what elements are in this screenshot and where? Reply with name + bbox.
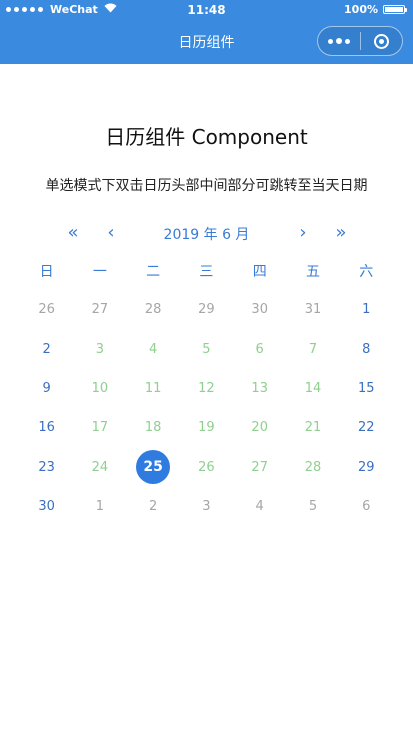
battery-icon [383,5,407,14]
more-menu-button[interactable] [318,38,360,44]
calendar-day-cell[interactable]: 19 [180,410,233,446]
calendar-day-cell[interactable]: 15 [340,371,393,407]
selected-day-marker: 25 [136,450,171,485]
calendar-day-cell[interactable]: 6 [340,488,393,524]
calendar-day-cell[interactable]: 29 [340,449,393,485]
calendar-day-cell[interactable]: 6 [233,331,286,367]
weekday-label: 六 [359,263,374,280]
weekday-label: 四 [252,263,267,280]
target-close-icon [373,33,389,49]
calendar-day-cell[interactable]: 7 [286,331,339,367]
calendar-week-row: 30 1 2 3 4 5 6 [20,487,393,526]
calendar-week-row: 2 3 4 5 6 7 8 [20,330,393,369]
calendar-day-cell[interactable]: 29 [180,292,233,328]
calendar-day-cell[interactable]: 2 [20,331,73,367]
calendar-day-cell[interactable]: 17 [73,410,126,446]
calendar-day-cell[interactable]: 31 [286,292,339,328]
calendar-day-cell[interactable]: 20 [233,410,286,446]
calendar-day-cell[interactable]: 22 [340,410,393,446]
calendar-day-cell[interactable]: 1 [73,488,126,524]
weekday-label: 五 [305,263,320,280]
calendar-day-cell[interactable]: 26 [180,449,233,485]
calendar-week-row: 9 10 11 12 13 14 15 [20,369,393,408]
calendar-day-cell[interactable]: 2 [127,488,180,524]
calendar-day-cell[interactable]: 30 [233,292,286,328]
weekday-label: 日 [39,263,54,280]
calendar-day-cell[interactable]: 13 [233,371,286,407]
calendar-day-cell[interactable]: 5 [286,488,339,524]
calendar-day-cell-selected[interactable]: 25 [127,449,180,485]
weekday-label: 三 [199,263,214,280]
calendar-week-row: 26 27 28 29 30 31 1 [20,290,393,329]
calendar-day-cell[interactable]: 24 [73,449,126,485]
calendar-day-cell[interactable]: 28 [127,292,180,328]
page-subtitle: 单选模式下双击日历头部中间部分可跳转至当天日期 [45,178,368,194]
calendar-day-cell[interactable]: 4 [127,331,180,367]
next-month-button[interactable]: › [291,222,315,243]
calendar-day-cell[interactable]: 4 [233,488,286,524]
calendar-day-cell[interactable]: 23 [20,449,73,485]
weekday-label: 二 [146,263,161,280]
next-year-button[interactable]: » [329,222,353,243]
calendar-week-row: 23 24 25 26 27 28 29 [20,447,393,486]
navigation-bar: 日历组件 [0,20,413,64]
battery-percent: 100% [344,3,378,16]
calendar-week-row: 16 17 18 19 20 21 22 [20,408,393,447]
calendar-day-cell[interactable]: 18 [127,410,180,446]
calendar-day-cell[interactable]: 11 [127,371,180,407]
calendar-day-cell[interactable]: 14 [286,371,339,407]
calendar-day-cell[interactable]: 10 [73,371,126,407]
calendar-header: « ‹ 2019 年 6 月 › » [0,222,413,246]
mini-program-capsule [317,26,403,56]
calendar-day-cell[interactable]: 21 [286,410,339,446]
calendar-day-cell[interactable]: 16 [20,410,73,446]
page-title: 日历组件 Component [105,125,308,149]
calendar-grid: 日 一 二 三 四 五 六 26 27 28 29 30 31 1 2 3 4 … [20,251,393,526]
calendar-day-cell[interactable]: 28 [286,449,339,485]
calendar-day-cell[interactable]: 27 [73,292,126,328]
calendar-day-cell[interactable]: 5 [180,331,233,367]
calendar-day-cell[interactable]: 9 [20,371,73,407]
weekday-row: 日 一 二 三 四 五 六 [20,251,393,290]
calendar-day-cell[interactable]: 8 [340,331,393,367]
battery-indicator: 100% [344,3,407,16]
more-dot-icon [335,38,342,44]
status-bar: WeChat 11:48 100% [0,0,413,20]
more-dot-icon [344,38,350,44]
close-mini-program-button[interactable] [360,33,402,49]
calendar-day-cell[interactable]: 26 [20,292,73,328]
calendar-day-cell[interactable]: 30 [20,488,73,524]
calendar-day-cell[interactable]: 1 [340,292,393,328]
calendar-day-cell[interactable]: 3 [73,331,126,367]
weekday-label: 一 [92,263,107,280]
calendar-day-cell[interactable]: 27 [233,449,286,485]
calendar-day-cell[interactable]: 12 [180,371,233,407]
calendar-day-cell[interactable]: 3 [180,488,233,524]
more-dot-icon [327,38,333,44]
